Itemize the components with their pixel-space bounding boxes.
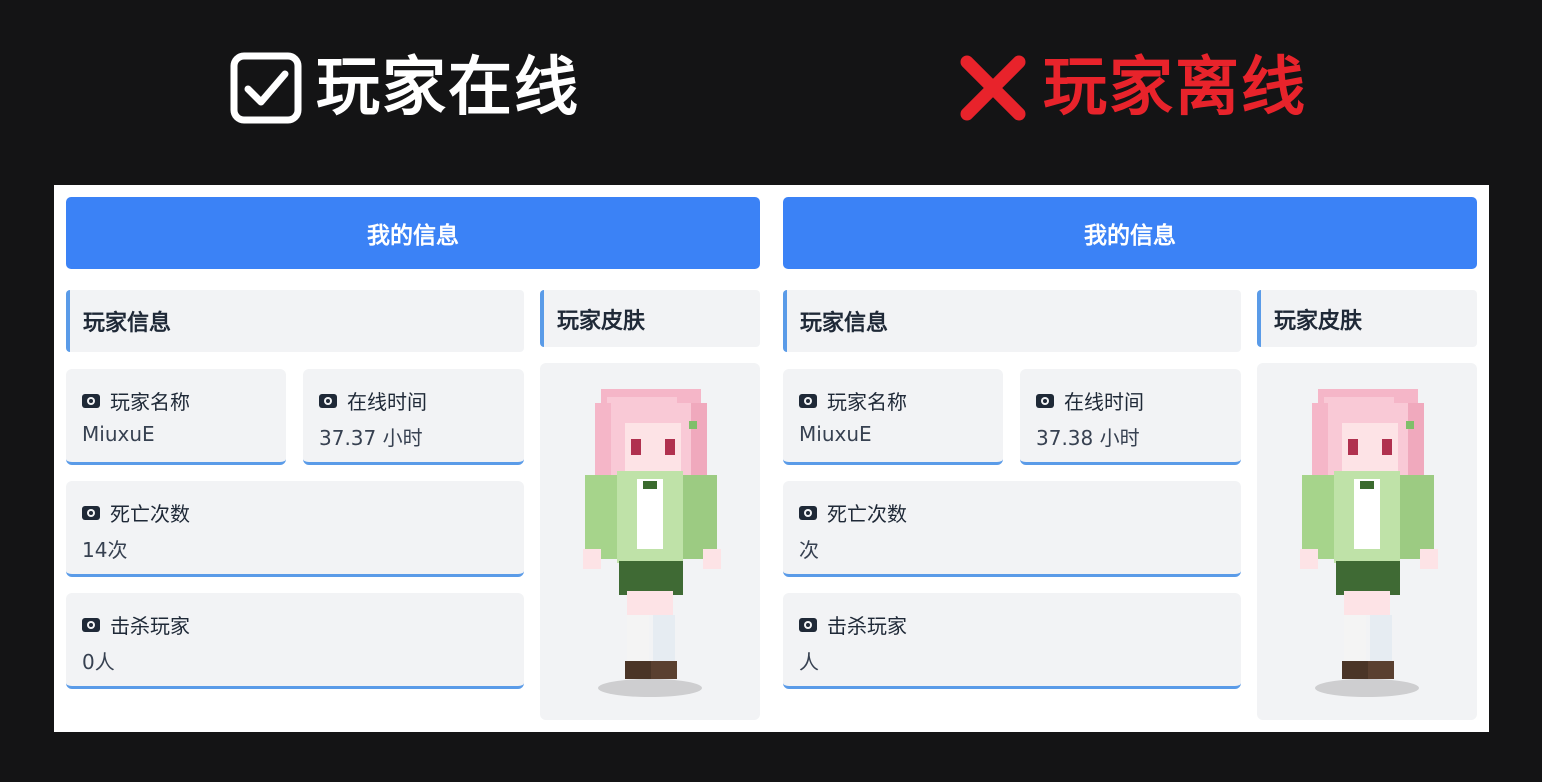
player-info-heading: 玩家信息	[783, 290, 1241, 352]
player-info-heading: 玩家信息	[66, 290, 524, 352]
my-info-banner: 我的信息	[783, 197, 1477, 269]
offline-info-column: 我的信息 玩家信息 玩家皮肤 玩家名称 MiuxuE 在线时间 37.38 小时…	[783, 197, 1477, 720]
player-skin-preview	[1257, 363, 1477, 720]
eye-icon	[82, 505, 100, 520]
player-skin-heading: 玩家皮肤	[540, 290, 760, 347]
minecraft-skin-image	[1300, 389, 1438, 697]
online-time-label: 在线时间	[1064, 390, 1144, 414]
player-kills-label: 击杀玩家	[827, 614, 907, 638]
player-kills-card: 击杀玩家 人	[783, 593, 1241, 689]
eye-icon	[82, 617, 100, 632]
online-info-column: 我的信息 玩家信息 玩家皮肤 玩家名称 MiuxuE 在线时间 37.37 小时…	[66, 197, 760, 720]
player-name-label: 玩家名称	[827, 390, 907, 414]
player-skin-preview	[540, 363, 760, 720]
eye-icon	[82, 393, 100, 408]
player-skin-heading: 玩家皮肤	[1257, 290, 1477, 347]
eye-icon	[799, 617, 817, 632]
player-name-value: MiuxuE	[799, 422, 872, 446]
minecraft-skin-image	[583, 389, 721, 697]
eye-icon	[1036, 393, 1054, 408]
player-name-label: 玩家名称	[110, 390, 190, 414]
player-name-value: MiuxuE	[82, 422, 155, 446]
player-kills-value: 0人	[82, 650, 115, 674]
online-time-card: 在线时间 37.38 小时	[1020, 369, 1241, 465]
death-count-value: 14次	[82, 538, 128, 562]
player-kills-value: 人	[799, 650, 819, 674]
my-info-banner: 我的信息	[66, 197, 760, 269]
death-count-label: 死亡次数	[827, 502, 907, 526]
online-header: 玩家在线	[230, 48, 580, 128]
comparison-panel: 我的信息 玩家信息 玩家皮肤 玩家名称 MiuxuE 在线时间 37.37 小时…	[54, 185, 1489, 732]
checkbox-checked-icon	[230, 52, 302, 124]
player-kills-card: 击杀玩家 0人	[66, 593, 524, 689]
death-count-value: 次	[799, 538, 819, 562]
eye-icon	[799, 505, 817, 520]
red-x-icon	[960, 55, 1026, 121]
online-time-card: 在线时间 37.37 小时	[303, 369, 524, 465]
player-name-card: 玩家名称 MiuxuE	[66, 369, 286, 465]
death-count-card: 死亡次数 次	[783, 481, 1241, 577]
offline-title: 玩家离线	[1043, 51, 1307, 125]
offline-header: 玩家离线	[957, 48, 1307, 128]
eye-icon	[319, 393, 337, 408]
death-count-card: 死亡次数 14次	[66, 481, 524, 577]
online-time-label: 在线时间	[347, 390, 427, 414]
death-count-label: 死亡次数	[110, 502, 190, 526]
online-title: 玩家在线	[316, 51, 580, 125]
online-time-value: 37.37 小时	[319, 426, 423, 450]
eye-icon	[799, 393, 817, 408]
player-name-card: 玩家名称 MiuxuE	[783, 369, 1003, 465]
player-kills-label: 击杀玩家	[110, 614, 190, 638]
online-time-value: 37.38 小时	[1036, 426, 1140, 450]
